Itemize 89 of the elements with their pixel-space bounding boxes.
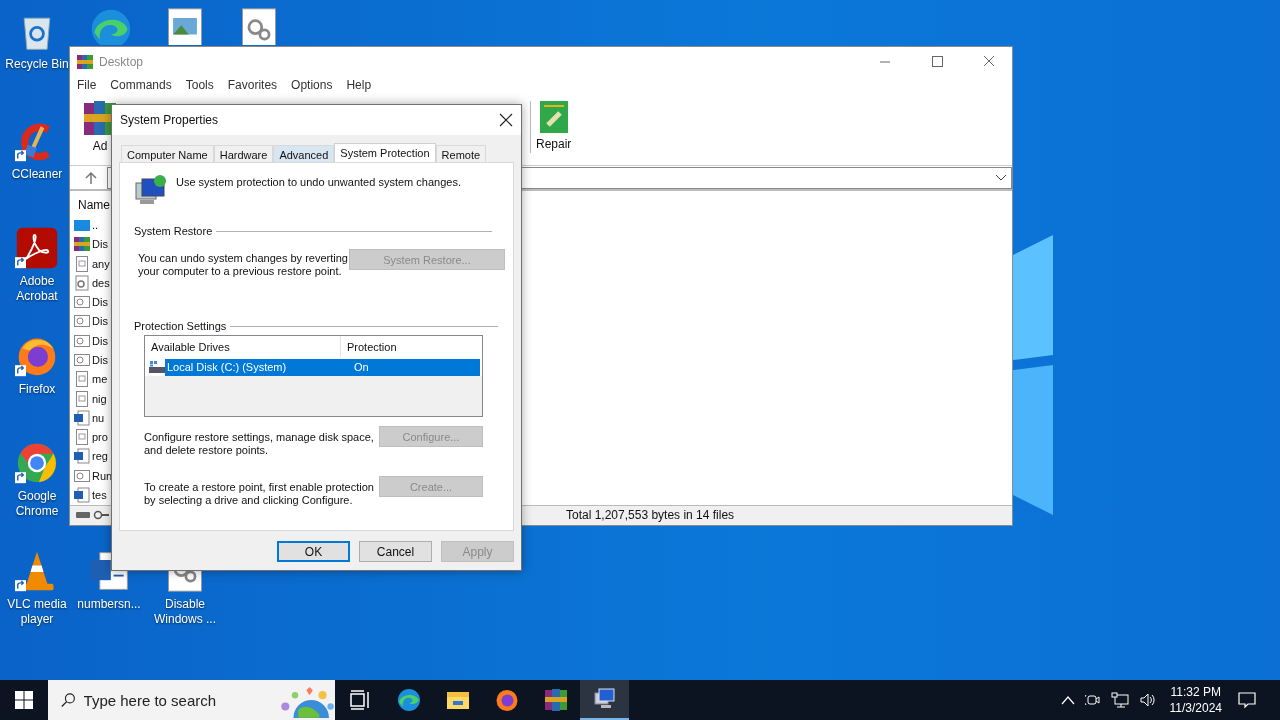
list-entry[interactable]: des [92, 276, 110, 289]
clock-time[interactable]: 11:32 PM [1170, 684, 1221, 700]
column-header[interactable]: Name [78, 198, 110, 213]
search-bar[interactable]: Type here to search [48, 680, 335, 720]
start-icon[interactable] [15, 691, 33, 709]
file-icon [74, 332, 90, 349]
volume-icon[interactable] [1138, 692, 1157, 708]
task-view-icon[interactable] [347, 688, 372, 712]
description-text: Use system protection to undo unwanted system changes. [176, 175, 461, 188]
clock-date[interactable]: 11/3/2024 [1169, 700, 1222, 716]
list-entry[interactable]: me [92, 373, 108, 386]
file-icon [74, 467, 90, 484]
chevron-down-icon[interactable] [995, 173, 1007, 182]
list-entry[interactable]: pro [92, 431, 108, 444]
camera-icon[interactable] [1084, 692, 1101, 708]
list-entry[interactable]: any [92, 257, 110, 270]
file-icon [74, 371, 90, 388]
list-entry[interactable]: Dis [92, 334, 108, 347]
icon-label[interactable]: Firefox [2, 382, 72, 397]
winrar-icon[interactable] [543, 688, 568, 712]
column-header[interactable]: Protection [341, 341, 397, 353]
list-entry[interactable]: nig [92, 392, 107, 405]
drive-icon [149, 361, 165, 373]
toolbar-button[interactable]: Repair [536, 137, 572, 152]
bandage-icon[interactable] [539, 101, 568, 134]
file-icon [74, 390, 90, 407]
list-entry[interactable]: Run [92, 469, 113, 482]
tab[interactable]: System Protection [334, 143, 436, 165]
word-doc-icon [74, 487, 90, 504]
network-icon[interactable] [1110, 692, 1129, 708]
icon-label[interactable]: Adobe Acrobat [2, 274, 72, 304]
system-icon[interactable] [592, 687, 617, 711]
dialog-button[interactable]: OK [277, 541, 350, 562]
group-heading: Protection Settings [134, 320, 227, 332]
list-entry[interactable]: Dis [92, 354, 108, 366]
books-icon [74, 236, 90, 253]
list-entry[interactable]: .. [92, 218, 99, 231]
search-field[interactable]: Type here to search [83, 691, 234, 709]
file-icon [74, 255, 90, 272]
group-heading: System Restore [134, 225, 213, 237]
list-entry[interactable]: reg [92, 450, 108, 463]
description-text: Configure restore settings, manage disk space, and delete restore points. [144, 431, 374, 457]
dialog-title: System Properties [120, 113, 219, 127]
icon-label[interactable]: Disable Windows ... [150, 597, 220, 627]
icon-label[interactable]: CCleaner [2, 167, 72, 182]
icon-label[interactable]: VLC media player [2, 597, 72, 627]
menu-item[interactable]: File [77, 78, 97, 94]
acrobat-icon[interactable] [15, 226, 59, 270]
up-arrow-icon[interactable] [85, 170, 97, 185]
chevron-up-icon[interactable] [1060, 695, 1075, 705]
menu-item[interactable]: Favorites [227, 78, 278, 94]
toolbar-button[interactable]: Ad [92, 139, 108, 154]
tab[interactable]: Computer Name [121, 145, 214, 165]
menu-item[interactable]: Tools [185, 78, 214, 94]
chrome-icon[interactable] [15, 441, 59, 485]
icon-label[interactable]: Google Chrome [2, 489, 72, 519]
list-entry[interactable]: Dis [92, 315, 108, 328]
description-text: You can undo system changes by reverting your computer to a previous restore point. [138, 252, 348, 278]
description-text: To create a restore point, first enable protection by selecting a drive and clicking Configure. [144, 481, 374, 507]
file-icon [74, 294, 90, 311]
menu-item[interactable]: Options [291, 78, 333, 94]
icon-label[interactable]: numbersn... [74, 597, 144, 612]
word-doc-icon [74, 448, 90, 465]
icon-label[interactable]: Recycle Bin [2, 57, 72, 72]
menu-item[interactable]: Help [346, 78, 372, 94]
system-taskbar-button[interactable] [580, 680, 629, 720]
list-entry[interactable]: Dis [92, 238, 108, 251]
file-icon [74, 352, 90, 368]
search-icon [61, 691, 76, 709]
drive-row[interactable]: Local Disk (C:) (System) On [165, 358, 480, 376]
books-icon [77, 53, 93, 70]
gear-file-icon [74, 274, 90, 291]
list-entry[interactable]: Dis [92, 296, 108, 309]
tab[interactable]: Advanced [273, 145, 335, 165]
list-entry[interactable]: nu [92, 411, 105, 424]
menu-item[interactable]: Commands [110, 78, 172, 94]
close-icon[interactable] [499, 113, 513, 127]
edge-icon[interactable] [396, 688, 421, 712]
firefox-icon[interactable] [494, 688, 519, 712]
computer-icon [134, 173, 168, 207]
list-entry[interactable]: tes [92, 489, 107, 502]
file-icon [74, 429, 90, 446]
window-title: Desktop [99, 54, 144, 69]
status-text: Total 1,207,553 bytes in 14 files [566, 508, 735, 523]
file-icon [74, 313, 90, 330]
notifications-icon[interactable] [1238, 691, 1256, 709]
drive-key-icon[interactable] [76, 510, 110, 521]
word-doc-icon [74, 409, 90, 426]
dialog-button[interactable]: Cancel [359, 541, 432, 562]
